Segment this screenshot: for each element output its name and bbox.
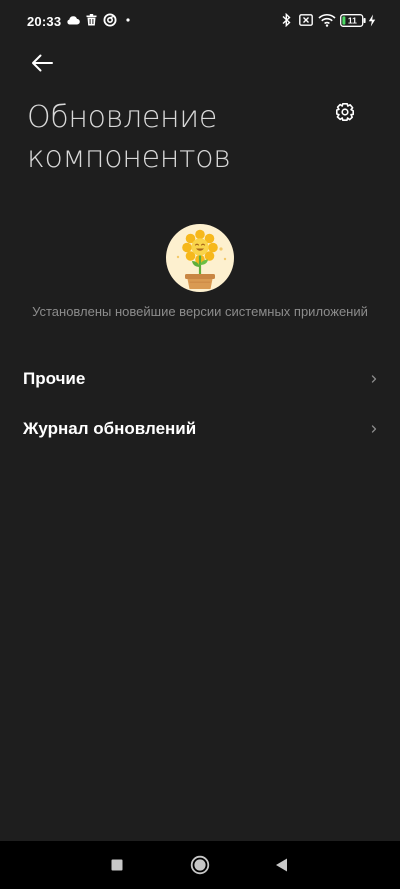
home-circle-icon — [190, 855, 210, 875]
recents-square-icon — [111, 859, 123, 871]
sim-off-icon — [299, 14, 313, 26]
app-notification-icon — [103, 13, 117, 27]
battery-icon: 11 — [340, 14, 366, 27]
wifi-icon — [318, 14, 336, 27]
bluetooth-icon — [282, 13, 291, 27]
menu-item-other[interactable]: Прочие — [0, 355, 400, 405]
sunflower-pot-icon — [165, 223, 235, 293]
chevron-right-icon — [371, 425, 377, 433]
status-bar: 20:33 11 — [0, 0, 400, 44]
arrow-left-icon — [32, 54, 53, 72]
navigation-bar — [0, 841, 400, 889]
page-title-line-2: компонентов — [27, 140, 231, 175]
charging-icon — [368, 14, 376, 27]
status-time: 20:33 — [27, 14, 62, 29]
page-title: Обновление компонентов — [27, 98, 317, 178]
nav-back-button[interactable] — [270, 853, 294, 877]
back-triangle-icon — [276, 858, 287, 872]
settings-button[interactable] — [330, 97, 360, 127]
trash-icon — [86, 14, 97, 26]
dot-icon — [126, 18, 130, 22]
chevron-right-icon — [371, 375, 377, 383]
home-button[interactable] — [188, 853, 212, 877]
status-message: Установлены новейшие версии системных пр… — [32, 304, 368, 319]
menu-item-label: Журнал обновлений — [23, 419, 197, 438]
battery-level-text: 11 — [348, 16, 357, 26]
cloud-icon — [67, 16, 80, 25]
menu-item-update-log[interactable]: Журнал обновлений — [0, 405, 400, 455]
menu-item-label: Прочие — [23, 369, 86, 388]
gear-icon — [336, 103, 354, 121]
back-button[interactable] — [24, 46, 64, 82]
recents-button[interactable] — [105, 853, 129, 877]
page-title-line-1: Обновление — [27, 100, 217, 135]
